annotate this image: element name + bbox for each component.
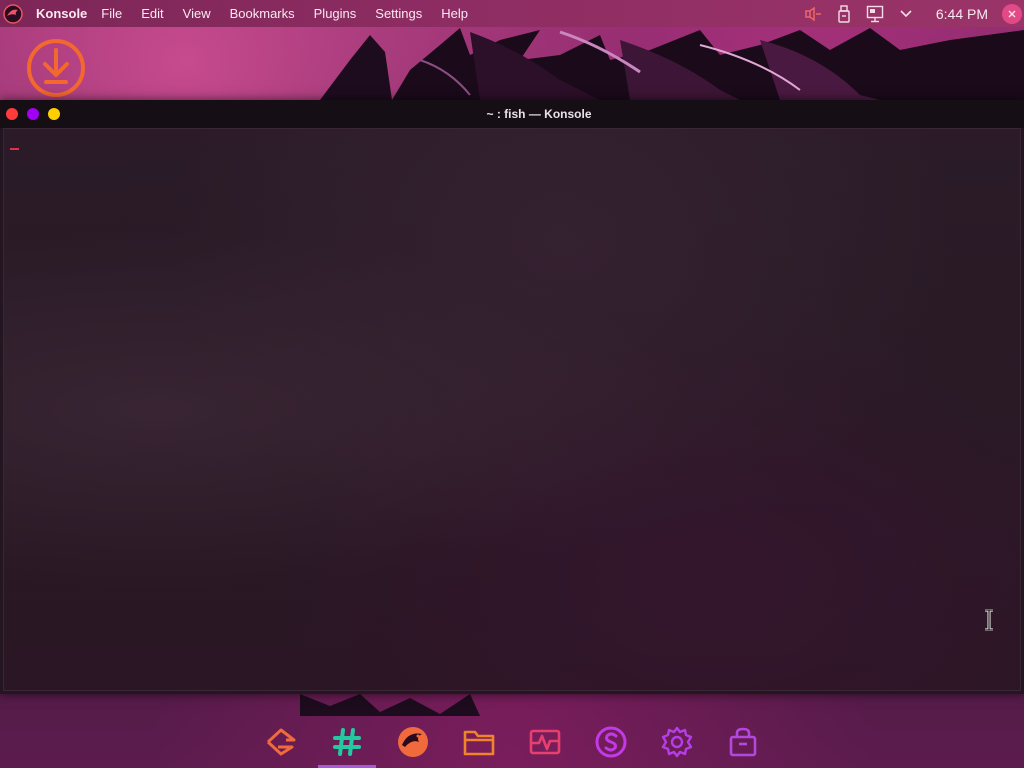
menu-settings[interactable]: Settings	[375, 6, 422, 21]
user-avatar[interactable]	[1002, 3, 1022, 24]
active-app-name[interactable]: Konsole	[36, 6, 87, 21]
user-icon	[1008, 10, 1016, 17]
clock[interactable]: 6:44 PM	[936, 6, 988, 22]
menu-plugins[interactable]: Plugins	[314, 6, 357, 21]
store-bag-icon[interactable]	[723, 722, 763, 762]
system-tray: 6:44 PM	[804, 0, 1024, 27]
settings-gear-icon[interactable]	[657, 722, 697, 762]
menu-bookmarks[interactable]: Bookmarks	[230, 6, 295, 21]
network-icon[interactable]	[866, 5, 884, 23]
hashtag-app-icon[interactable]	[327, 722, 367, 762]
menu-help[interactable]: Help	[441, 6, 468, 21]
system-monitor-icon[interactable]	[525, 722, 565, 762]
terminal-cursor	[10, 148, 19, 150]
desktop-download-icon[interactable]	[26, 38, 86, 98]
garuda-logo-icon[interactable]	[2, 3, 24, 25]
volume-icon[interactable]	[804, 5, 822, 23]
window-titlebar[interactable]: ~ : fish — Konsole	[0, 100, 1024, 128]
text-cursor-icon	[985, 609, 993, 631]
menu-view[interactable]: View	[183, 6, 211, 21]
konsole-window: ~ : fish — Konsole	[0, 100, 1024, 694]
top-panel: Konsole File Edit View Bookmarks Plugins…	[0, 0, 1024, 27]
gitkraken-icon[interactable]	[261, 722, 301, 762]
window-title: ~ : fish — Konsole	[486, 107, 592, 121]
terminal-area[interactable]	[3, 128, 1021, 691]
folder-icon[interactable]	[459, 722, 499, 762]
s-app-icon[interactable]	[591, 722, 631, 762]
usb-drive-icon[interactable]	[835, 4, 853, 23]
dock	[0, 716, 1024, 768]
menu-edit[interactable]: Edit	[141, 6, 163, 21]
garuda-dragon-icon[interactable]	[393, 722, 433, 762]
chevron-down-icon[interactable]	[897, 5, 915, 23]
menu-file[interactable]: File	[101, 6, 122, 21]
